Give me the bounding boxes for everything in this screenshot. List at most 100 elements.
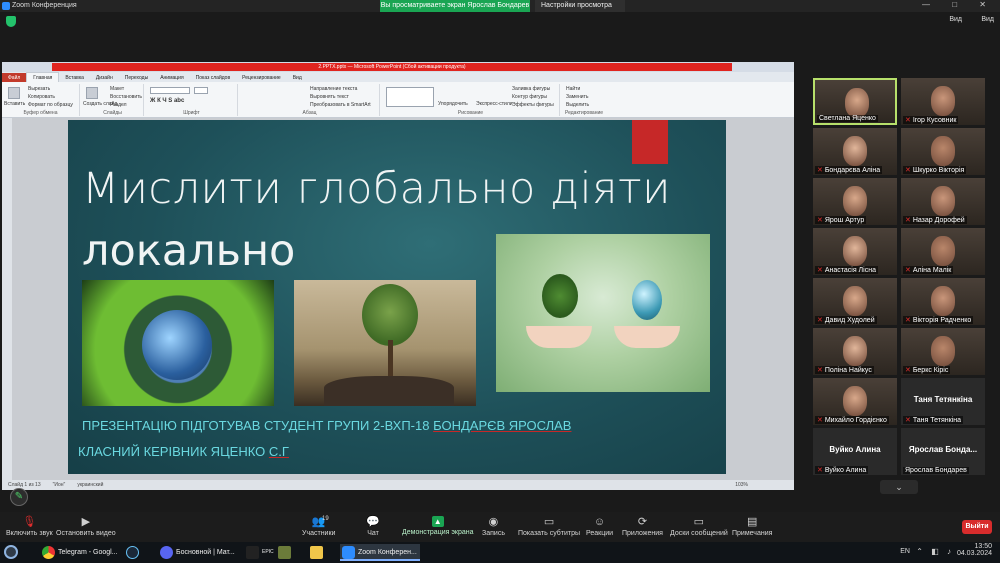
participant-tile[interactable]: ✕ Аліна Малік bbox=[901, 228, 985, 275]
record-button[interactable]: ◉ Запись bbox=[482, 516, 505, 537]
participant-tile[interactable]: ✕ Бондарєва Аліна bbox=[813, 128, 897, 175]
participant-tile[interactable]: ✕ Михайло Гордієнко bbox=[813, 378, 897, 425]
notes-button[interactable]: ▤ Примечания bbox=[732, 516, 772, 537]
muted-mic-icon: ✕ bbox=[817, 417, 825, 424]
whiteboard-icon: ▭ bbox=[693, 516, 705, 528]
ppt-ribbon: Вставить Вырезать Копировать Формат по о… bbox=[2, 82, 794, 118]
annotate-pen-icon[interactable]: ✎ bbox=[10, 488, 28, 506]
more-participants-chevron-icon[interactable]: ⌄ bbox=[880, 480, 918, 494]
new-slide-icon[interactable] bbox=[86, 87, 98, 99]
participant-name: ✕ Бондарєва Аліна bbox=[815, 166, 883, 174]
arrange-button[interactable]: Упорядочить bbox=[438, 101, 468, 107]
quick-styles-button[interactable]: Экспресс-стили bbox=[476, 101, 513, 107]
taskbar-explorer[interactable] bbox=[308, 544, 336, 561]
share-screen-button[interactable]: ▲ Демонстрация экрана bbox=[402, 516, 474, 536]
participant-name: Светлана Яценко bbox=[817, 115, 878, 122]
shapes-gallery[interactable] bbox=[386, 87, 434, 107]
participant-tile[interactable]: Вуйко Алина ✕ Вуйко Алина bbox=[813, 428, 897, 475]
format-painter-button[interactable]: Формат по образцу bbox=[28, 102, 73, 108]
participant-tile[interactable]: ✕ Беркс Кіріс bbox=[901, 328, 985, 375]
view-options-dropdown[interactable]: Настройки просмотра bbox=[535, 0, 625, 12]
apps-button[interactable]: ⟳ Приложения bbox=[622, 516, 663, 537]
whiteboards-button[interactable]: ▭ Доски сообщений bbox=[670, 516, 728, 537]
taskbar-steam[interactable] bbox=[124, 544, 154, 561]
participant-video bbox=[843, 386, 867, 416]
participant-video bbox=[843, 186, 867, 216]
taskbar-epic[interactable]: EPIC bbox=[244, 544, 274, 561]
start-button-icon[interactable] bbox=[4, 545, 18, 559]
slide-teacher-line: КЛАСНИЙ КЕРІВНИК ЯЦЕНКО С.Г bbox=[78, 444, 289, 459]
shape-fill-button[interactable]: Заливка фигуры bbox=[512, 86, 550, 92]
shape-effects-button[interactable]: Эффекты фигуры bbox=[512, 102, 554, 108]
taskbar-app[interactable] bbox=[276, 544, 304, 561]
participant-video bbox=[931, 86, 955, 116]
participant-name: ✕ Шкурко Вікторія bbox=[903, 166, 967, 174]
participant-tile[interactable]: ✕ Ярош Артур bbox=[813, 178, 897, 225]
participant-name: ✕ Ярош Артур bbox=[815, 216, 867, 224]
participants-count: 19 bbox=[322, 516, 329, 522]
tray-icons[interactable]: ⌃ ◧ ♪ bbox=[916, 547, 954, 556]
participant-tile[interactable]: Таня Тетянкіна ✕ Таня Тетянкіна bbox=[901, 378, 985, 425]
slide-title-line1: Мислити глобально діяти bbox=[82, 164, 671, 214]
window-controls[interactable]: — □ ✕ bbox=[922, 0, 996, 12]
participant-video bbox=[843, 286, 867, 316]
participant-tile[interactable]: ✕ Поліна Найкус bbox=[813, 328, 897, 375]
smartart-button[interactable]: Преобразовать в SmartArt bbox=[310, 102, 371, 108]
language-indicator[interactable]: EN bbox=[900, 548, 910, 555]
participant-center-name: Вуйко Алина bbox=[829, 445, 881, 454]
unmute-button[interactable]: 🎙︎ Включить звук bbox=[6, 516, 53, 537]
find-button[interactable]: Найти bbox=[566, 86, 580, 92]
participant-tile[interactable]: ✕ Ігор Кусовник bbox=[901, 78, 985, 125]
participant-tile[interactable]: ✕ Назар Дорофей bbox=[901, 178, 985, 225]
meeting-toolbar: 🎙︎ Включить звук ▶ Остановить видео 👥 19 Уча… bbox=[0, 512, 1000, 542]
participant-tile[interactable]: Ярослав Бонда... Ярослав Бондарев bbox=[901, 428, 985, 475]
participant-tile[interactable]: ✕ Давид Худолей bbox=[813, 278, 897, 325]
leave-button[interactable]: Выйти bbox=[962, 520, 992, 534]
ppt-window-title: 2.РРТХ.pptx — Microsoft PowerPoint (Сбой… bbox=[52, 63, 732, 71]
taskbar-zoom[interactable]: Zoom Конферен... bbox=[340, 544, 420, 561]
slides-pane-collapsed[interactable] bbox=[2, 118, 12, 480]
shared-powerpoint-window: 2.РРТХ.pptx — Microsoft PowerPoint (Сбой… bbox=[2, 62, 794, 490]
muted-mic-icon: 🎙︎ bbox=[22, 516, 37, 528]
participants-button[interactable]: 👥 19 Участники bbox=[302, 516, 335, 537]
copy-button[interactable]: Копировать bbox=[28, 94, 55, 100]
security-shield-icon[interactable] bbox=[6, 16, 16, 27]
zoom-level[interactable]: 103% bbox=[729, 480, 754, 490]
participant-name: ✕ Вікторія Радченко bbox=[903, 316, 974, 324]
paste-button[interactable]: Вставить bbox=[4, 101, 25, 107]
layout-button[interactable]: Макет bbox=[110, 86, 124, 92]
participant-tile[interactable]: ✕ Шкурко Вікторія bbox=[901, 128, 985, 175]
cut-button[interactable]: Вырезать bbox=[28, 86, 50, 92]
reset-button[interactable]: Восстановить bbox=[110, 94, 142, 100]
participant-name: ✕ Давид Худолей bbox=[815, 316, 877, 324]
font-size-box[interactable] bbox=[194, 87, 208, 94]
section-button[interactable]: Раздел bbox=[110, 102, 127, 108]
select-button[interactable]: Выделить bbox=[566, 102, 589, 108]
participant-tile[interactable]: ✕ Анастасія Лісна bbox=[813, 228, 897, 275]
muted-mic-icon: ✕ bbox=[817, 167, 825, 174]
captions-button[interactable]: ▭ Показать субтитры bbox=[518, 516, 580, 537]
windows-taskbar: Telegram - Googl... Босновной | Мат... E… bbox=[0, 542, 1000, 563]
view-mode-button[interactable]: Вид bbox=[981, 16, 994, 23]
participant-name: ✕ Аліна Малік bbox=[903, 266, 954, 274]
view-button[interactable]: Вид bbox=[949, 16, 962, 23]
shape-outline-button[interactable]: Контур фигуры bbox=[512, 94, 547, 100]
font-group: Ж К Ч S abc Шрифт bbox=[146, 84, 238, 116]
participant-tile[interactable]: Светлана Яценко bbox=[813, 78, 897, 125]
taskbar-discord[interactable]: Босновной | Мат... bbox=[158, 544, 238, 561]
align-text-button[interactable]: Выровнять текст bbox=[310, 94, 349, 100]
text-direction-button[interactable]: Направление текста bbox=[310, 86, 357, 92]
chat-button[interactable]: 💬 Чат bbox=[366, 516, 380, 537]
stop-video-button[interactable]: ▶ Остановить видео bbox=[56, 516, 116, 537]
slide-author-line: ПРЕЗЕНТАЦІЮ ПІДГОТУВАВ СТУДЕНТ ГРУПИ 2-В… bbox=[82, 418, 572, 433]
paste-icon[interactable] bbox=[8, 87, 20, 99]
font-format-buttons[interactable]: Ж К Ч S abc bbox=[150, 98, 184, 104]
clock[interactable]: 13:50 04.03.2024 bbox=[957, 543, 992, 557]
reactions-button[interactable]: ☺ Реакции bbox=[586, 516, 613, 537]
theme-name: "Ион" bbox=[52, 482, 66, 488]
participant-name: ✕ Назар Дорофей bbox=[903, 216, 967, 224]
font-name-box[interactable] bbox=[150, 87, 190, 94]
replace-button[interactable]: Заменить bbox=[566, 94, 588, 100]
participant-tile[interactable]: ✕ Вікторія Радченко bbox=[901, 278, 985, 325]
taskbar-telegram[interactable]: Telegram - Googl... bbox=[40, 544, 120, 561]
